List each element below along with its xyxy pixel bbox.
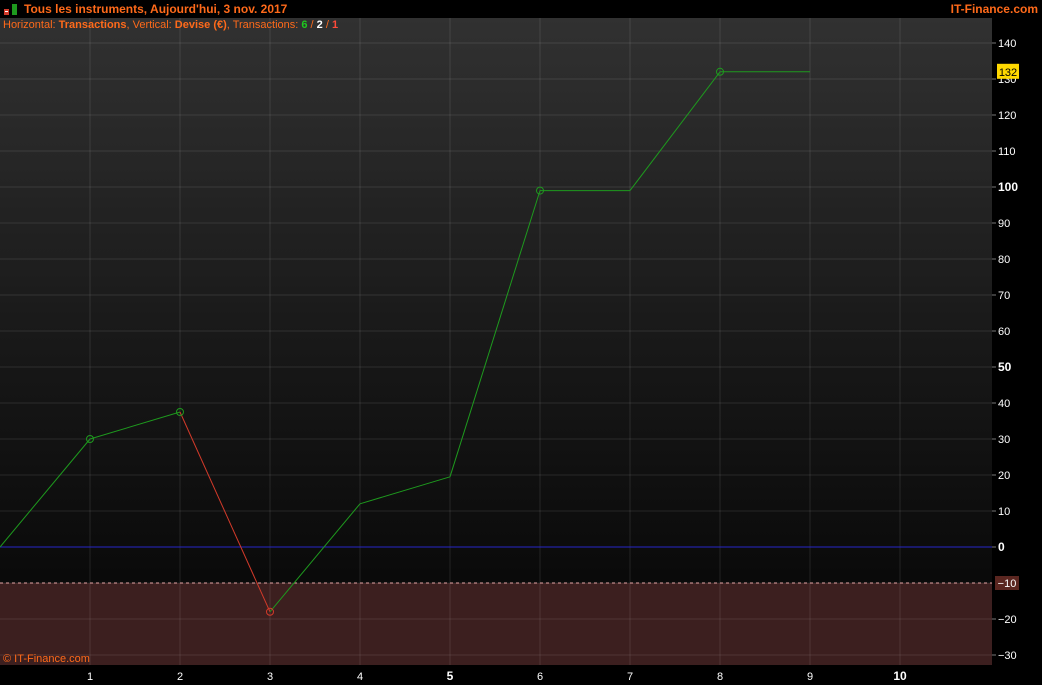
y-tick-label: 50 (998, 360, 1012, 374)
x-tick-label: 9 (807, 671, 813, 683)
last-value-label: 132 (999, 67, 1017, 79)
y-tick-label: 110 (998, 146, 1016, 158)
x-tick-label: 6 (537, 671, 543, 683)
y-tick-label: 10 (998, 506, 1010, 518)
y-tick-label: 100 (998, 180, 1018, 194)
y-tick-label: 0 (998, 540, 1005, 554)
y-tick-label: 30 (998, 434, 1010, 446)
x-axis-background (0, 665, 992, 685)
transactions-label: , Transactions: (226, 19, 302, 31)
y-tick-label: 60 (998, 326, 1010, 338)
x-tick-label: 1 (87, 671, 93, 683)
y-tick-label: 70 (998, 290, 1010, 302)
separator: / (307, 19, 317, 31)
brand-link[interactable]: IT-Finance.com (951, 2, 1038, 16)
chart-info-line: Horizontal: Transactions, Vertical: Devi… (3, 19, 338, 31)
vertical-label: , Vertical: (126, 19, 175, 31)
negative-zone (0, 583, 992, 665)
horizontal-value: Transactions (58, 19, 127, 31)
transactions-losing: 1 (331, 19, 339, 31)
horizontal-label: Horizontal: (3, 19, 59, 31)
x-tick-label: 8 (717, 671, 723, 683)
y-tick-label: 80 (998, 254, 1010, 266)
y-tick-label: −30 (998, 650, 1017, 662)
separator: / (322, 19, 332, 31)
y-tick-label: 20 (998, 470, 1010, 482)
x-tick-label: 10 (893, 669, 907, 683)
vertical-value: Devise (€) (174, 19, 227, 31)
window-title: Tous les instruments, Aujourd'hui, 3 nov… (24, 2, 288, 16)
copyright-notice: © IT-Finance.com (3, 653, 90, 665)
x-tick-label: 5 (447, 669, 454, 683)
equity-chart: 1401301201101009080706050403020100−20−30… (0, 18, 1042, 685)
y-tick-label: 90 (998, 218, 1010, 230)
y-tick-label: −20 (998, 614, 1017, 626)
title-bar: Tous les instruments, Aujourd'hui, 3 nov… (0, 0, 1042, 19)
chart-app-icon (4, 4, 17, 15)
x-tick-label: 2 (177, 671, 183, 683)
x-tick-label: 4 (357, 671, 363, 683)
x-tick-label: 3 (267, 671, 273, 683)
y-tick-label: 40 (998, 398, 1010, 410)
y-tick-label: 140 (998, 38, 1016, 50)
y-tick-label: 120 (998, 110, 1016, 122)
x-tick-label: 7 (627, 671, 633, 683)
threshold-label: −10 (998, 578, 1017, 590)
